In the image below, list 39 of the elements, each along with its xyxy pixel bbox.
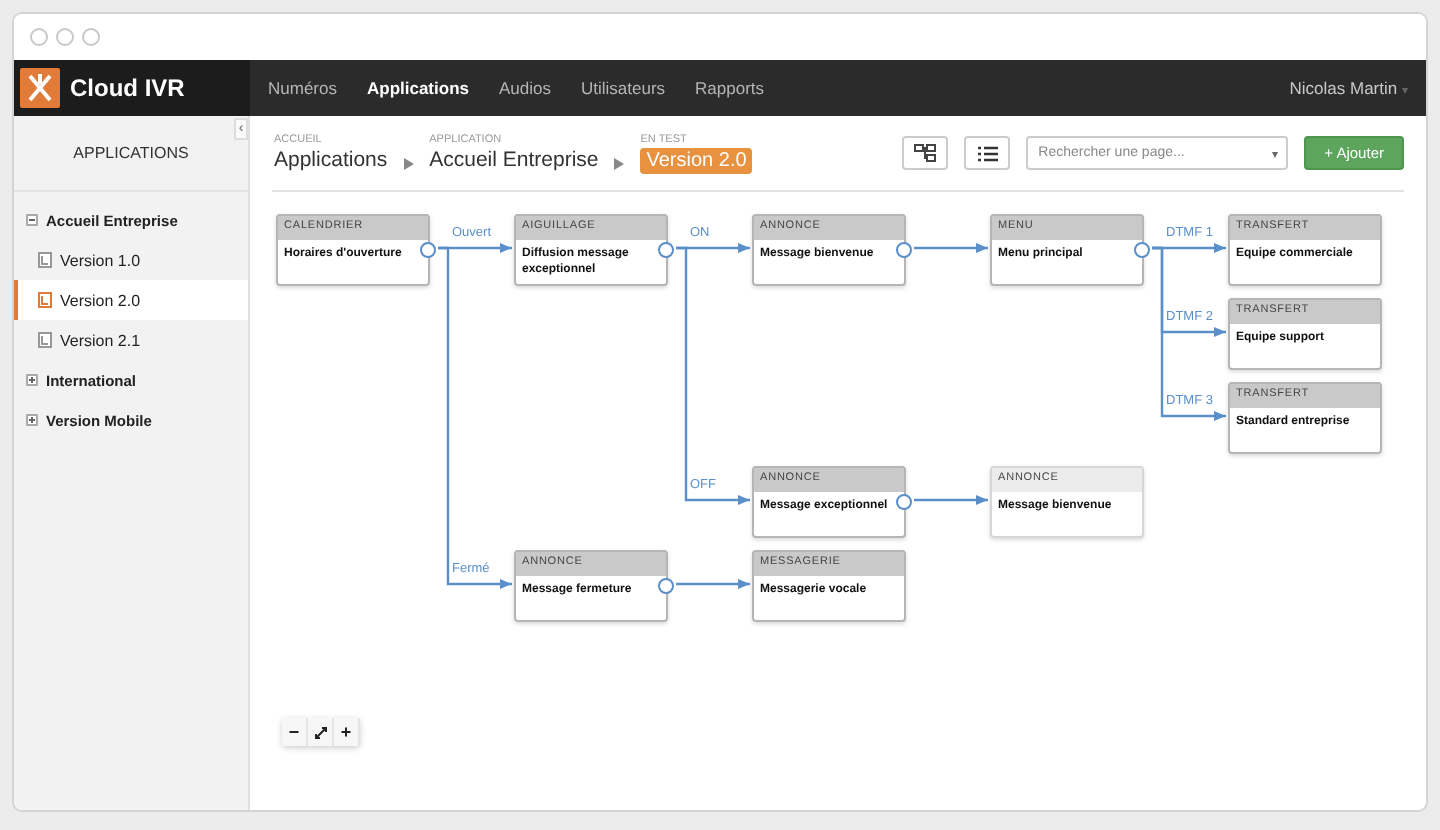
breadcrumb-link[interactable]: Applications <box>274 148 388 172</box>
output-port[interactable] <box>658 242 674 258</box>
version-badge: Version 2.0 <box>640 147 753 173</box>
logo-icon <box>20 68 60 108</box>
tree-item[interactable]: Version 2.1 <box>14 320 248 360</box>
output-port[interactable] <box>896 494 912 510</box>
nav-tab[interactable]: Applications <box>366 78 469 98</box>
expand-arrows-icon <box>313 725 327 739</box>
zoom-out-button[interactable]: − <box>282 718 308 746</box>
nav-tab[interactable]: Audios <box>499 78 551 98</box>
document-icon <box>38 292 52 308</box>
output-port[interactable] <box>658 578 674 594</box>
output-port[interactable] <box>896 242 912 258</box>
sidebar-title: APPLICATIONS <box>73 144 189 162</box>
tree-item[interactable]: Version 1.0 <box>14 240 248 280</box>
collapse-icon[interactable] <box>26 214 38 226</box>
diagram-icon <box>914 144 937 162</box>
connector-arrow <box>914 243 988 253</box>
nav-tab[interactable]: Rapports <box>695 78 765 98</box>
list-icon <box>977 145 998 161</box>
brand-name: Cloud IVR <box>70 74 185 102</box>
nav-tab[interactable]: Utilisateurs <box>581 78 666 98</box>
diagram-view-button[interactable] <box>902 136 949 170</box>
separator-icon <box>614 157 625 169</box>
connector-arrow <box>676 579 750 589</box>
document-icon <box>38 332 52 348</box>
output-port[interactable] <box>1134 242 1150 258</box>
tree-item[interactable]: Version 2.0 <box>14 280 248 320</box>
nav-tab[interactable]: Numéros <box>268 78 337 98</box>
zoom-in-button[interactable]: + <box>334 718 360 746</box>
separator-icon <box>403 157 414 169</box>
document-icon <box>38 252 52 268</box>
list-view-button[interactable] <box>964 136 1011 170</box>
connector-arrow <box>914 495 988 505</box>
breadcrumb-link[interactable]: Accueil Entreprise <box>429 148 599 172</box>
expand-icon[interactable] <box>26 374 38 386</box>
output-port[interactable] <box>420 242 436 258</box>
fit-button[interactable] <box>308 718 334 746</box>
expand-icon[interactable] <box>26 414 38 426</box>
